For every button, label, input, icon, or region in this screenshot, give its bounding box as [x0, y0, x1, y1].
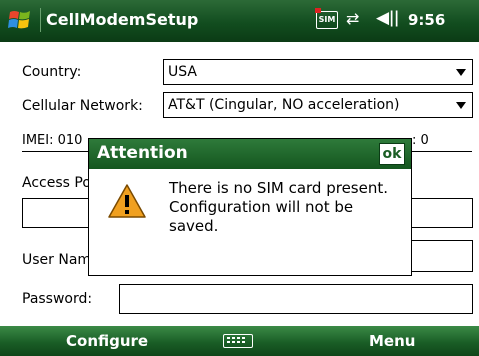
windows-start-icon[interactable]	[8, 8, 32, 32]
country-value: USA	[168, 64, 197, 80]
keyboard-icon[interactable]	[223, 334, 253, 348]
title-separator	[40, 8, 41, 32]
dialog-message: There is no SIM card present. Configurat…	[169, 179, 389, 235]
imei-value-tail: : 0	[412, 133, 429, 148]
password-input[interactable]	[119, 284, 473, 314]
imei-label: IMEI: 010	[22, 133, 83, 148]
cellular-network-value: AT&T (Cingular, NO acceleration)	[168, 97, 400, 113]
title-bar: CellModemSetup SIM ⇄ ◀ǀǀ 9:56	[0, 0, 479, 42]
volume-icon[interactable]: ◀ǀǀ	[376, 8, 399, 28]
access-point-label: Access Po	[22, 175, 91, 191]
chevron-down-icon	[456, 69, 466, 76]
dialog-header: Attention ok	[89, 139, 411, 169]
softkey-bar: Configure Menu	[0, 326, 479, 356]
configure-softkey[interactable]: Configure	[66, 332, 148, 350]
sim-card-icon[interactable]: SIM	[315, 8, 338, 29]
attention-dialog: Attention ok There is no SIM card presen…	[88, 138, 412, 276]
chevron-down-icon	[456, 102, 466, 109]
warning-icon	[108, 184, 146, 218]
connectivity-icon[interactable]: ⇄	[346, 9, 359, 28]
dialog-title: Attention	[97, 143, 188, 163]
user-name-label: User Nam	[22, 252, 92, 268]
clock[interactable]: 9:56	[408, 11, 445, 29]
country-label: Country:	[22, 64, 82, 80]
sim-label: SIM	[318, 15, 336, 24]
cellular-network-label: Cellular Network:	[22, 98, 143, 114]
menu-softkey[interactable]: Menu	[369, 332, 415, 350]
ok-button[interactable]: ok	[379, 143, 405, 165]
app-title: CellModemSetup	[46, 10, 199, 29]
country-dropdown[interactable]: USA	[163, 59, 473, 85]
password-label: Password:	[22, 291, 93, 307]
cellular-network-dropdown[interactable]: AT&T (Cingular, NO acceleration)	[163, 92, 473, 118]
